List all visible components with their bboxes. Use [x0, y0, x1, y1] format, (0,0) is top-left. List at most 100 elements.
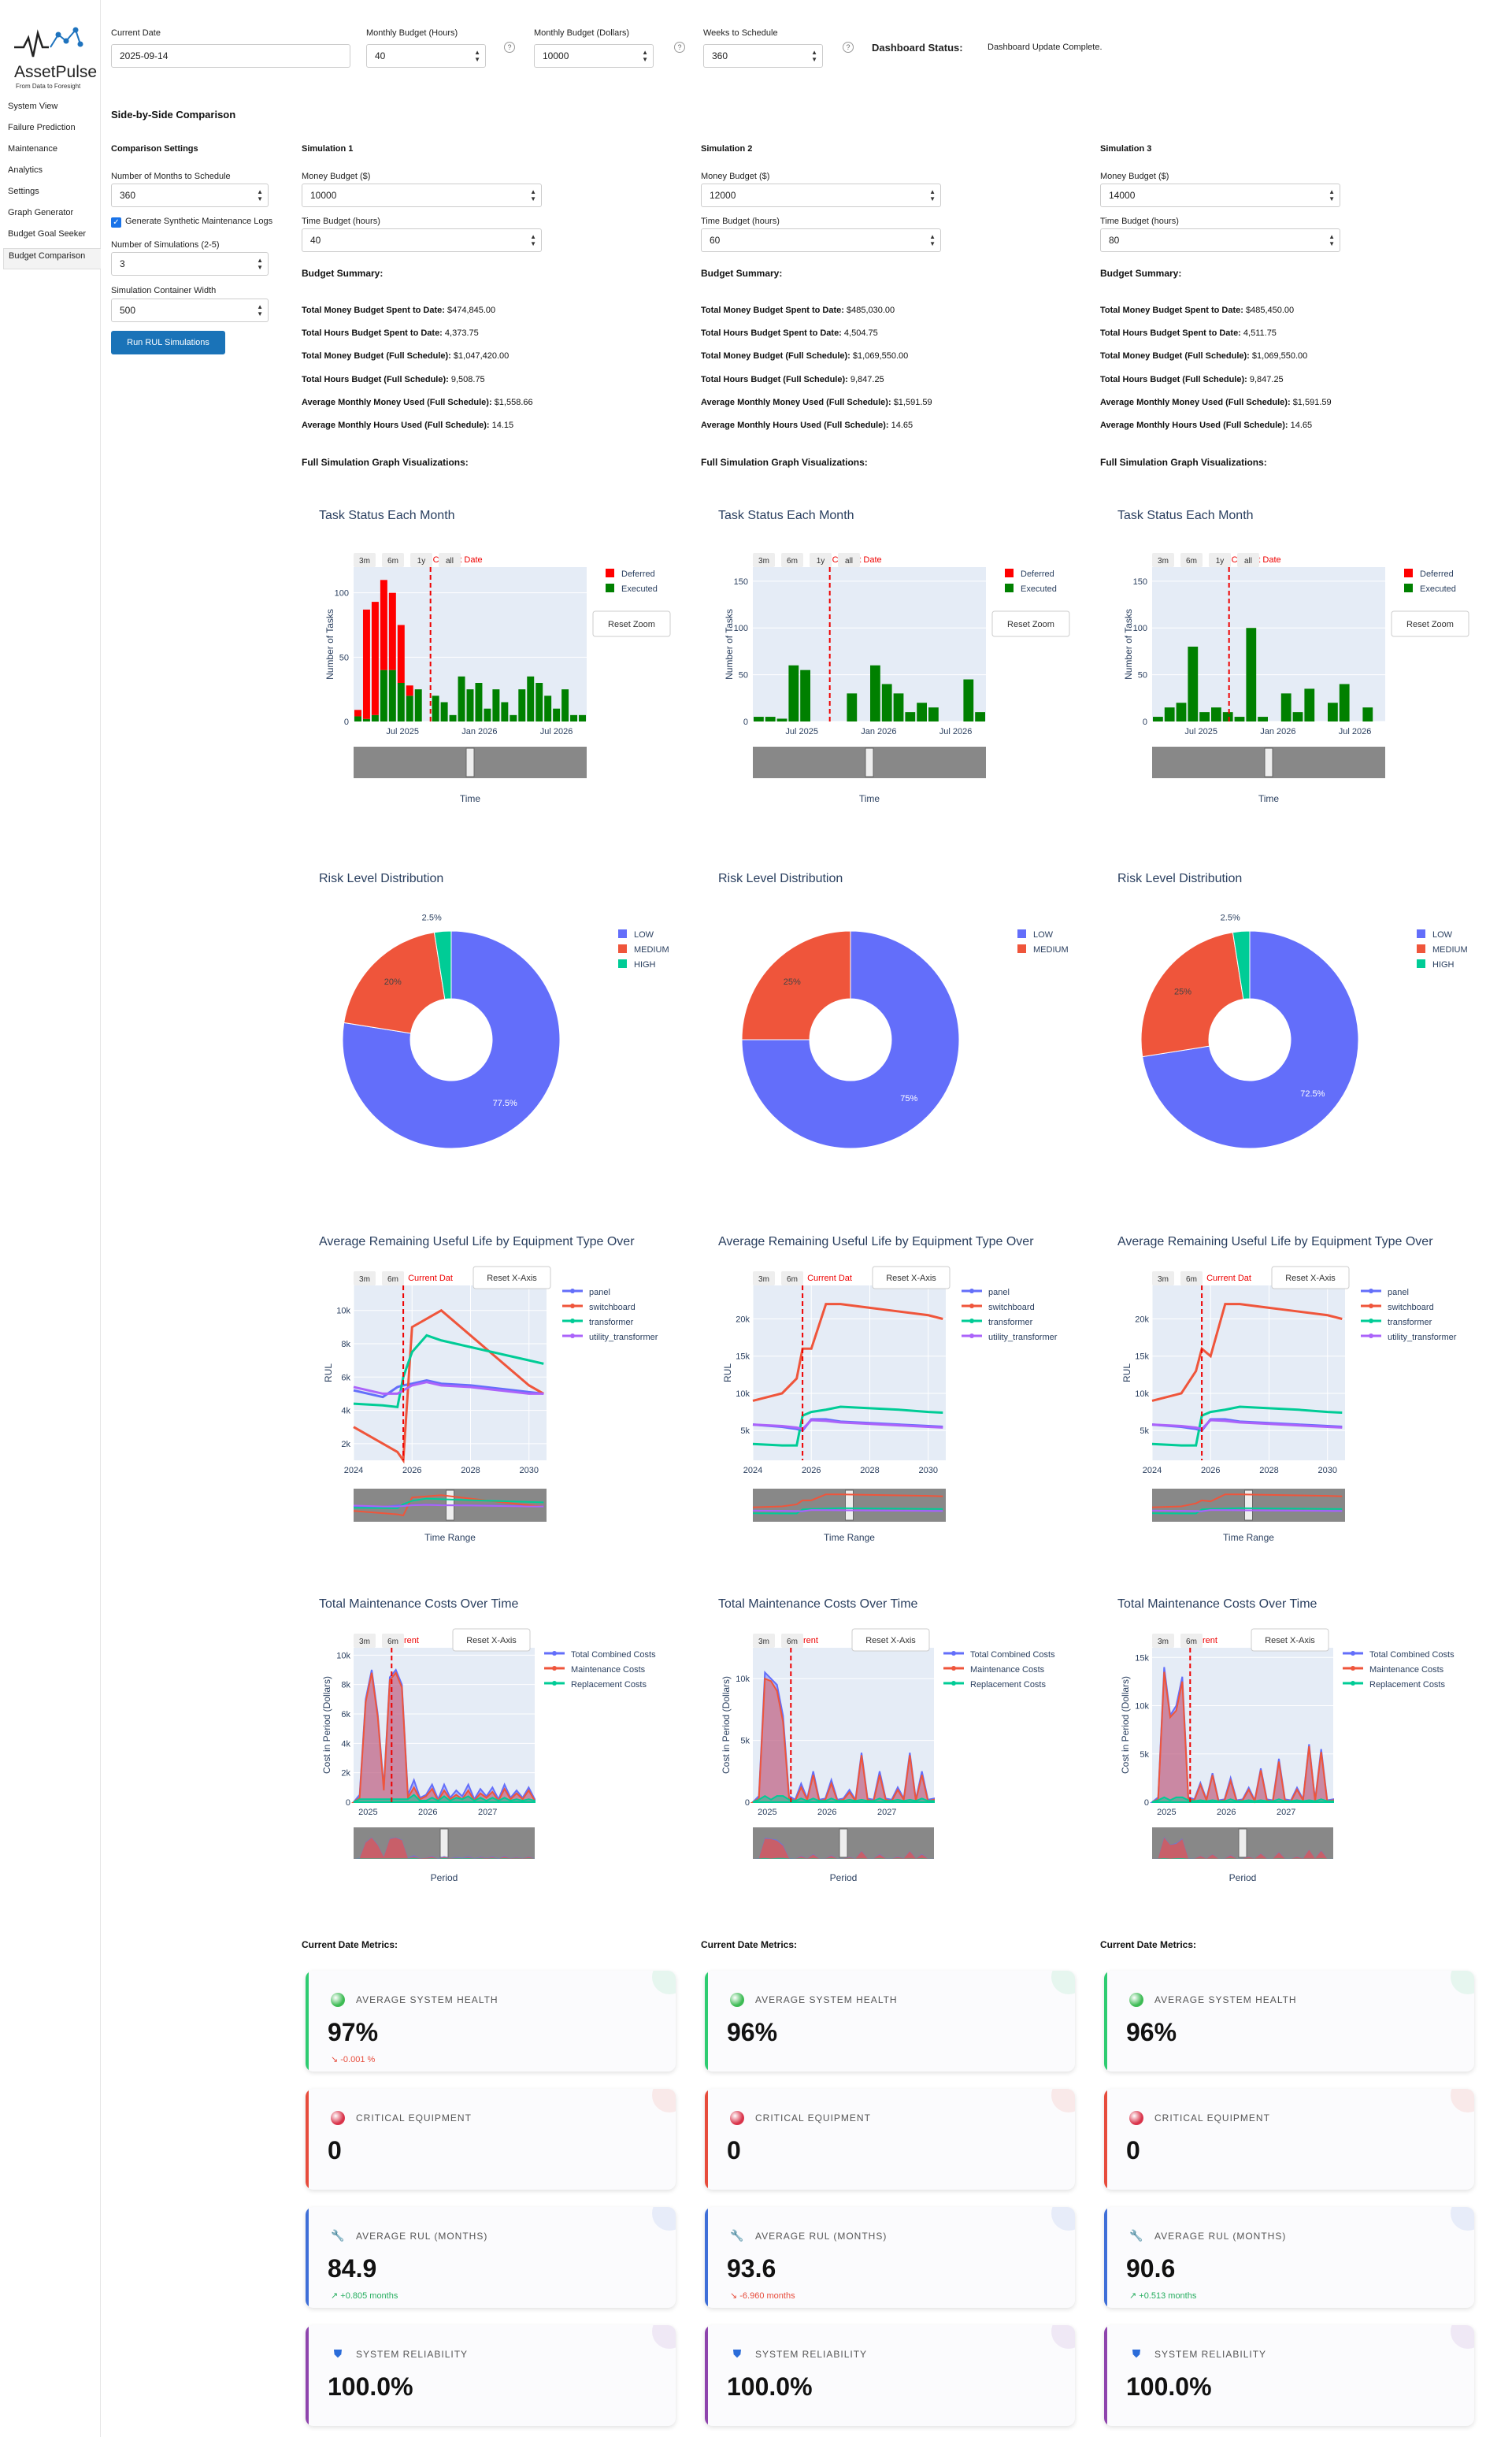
stepper-icon[interactable]: ▲ ▼	[1329, 188, 1335, 202]
range-slider[interactable]	[354, 1827, 535, 1859]
bar-executed[interactable]	[1211, 707, 1221, 721]
legend-item[interactable]: Total Combined Costs	[943, 1650, 1055, 1660]
bar-executed[interactable]	[1339, 684, 1350, 721]
legend-item[interactable]: HIGH	[1417, 959, 1455, 970]
range-button-3m[interactable]: 3m	[354, 1271, 376, 1285]
nav-item-graph-generator[interactable]: Graph Generator	[0, 206, 101, 227]
range-button-6m[interactable]: 6m	[382, 1634, 404, 1648]
nav-item-budget-comparison[interactable]: Budget Comparison	[3, 248, 101, 269]
bar-executed[interactable]	[917, 703, 927, 721]
bar-executed[interactable]	[1328, 703, 1338, 721]
bar-executed[interactable]	[458, 676, 465, 721]
bar-executed[interactable]	[800, 670, 810, 721]
bar-executed[interactable]	[518, 689, 526, 721]
reset-zoom-button[interactable]: Reset Zoom	[592, 610, 671, 637]
months-input[interactable]: 360 ▲ ▼	[111, 184, 269, 207]
bar-executed[interactable]	[847, 693, 858, 721]
range-button-1y[interactable]: 1y	[810, 553, 832, 567]
plot-area[interactable]	[753, 567, 986, 721]
legend-item[interactable]: Executed	[1404, 584, 1456, 594]
legend-item[interactable]: Total Combined Costs	[1343, 1650, 1455, 1660]
legend-item[interactable]: panel	[1361, 1288, 1409, 1297]
stepper-icon[interactable]: ▲ ▼	[929, 188, 936, 202]
bar-executed[interactable]	[432, 695, 439, 721]
range-slider[interactable]	[1152, 747, 1385, 778]
bar-executed[interactable]	[553, 708, 561, 721]
legend-item[interactable]: switchboard	[1361, 1303, 1434, 1312]
money-budget-input[interactable]: 14000 ▲ ▼	[1100, 184, 1340, 207]
legend-item[interactable]: LOW	[1017, 929, 1054, 940]
bar-executed[interactable]	[975, 712, 985, 721]
legend-item[interactable]: HIGH	[618, 959, 656, 970]
reset-button[interactable]: Reset X-Axis	[872, 1266, 951, 1289]
bar-executed[interactable]	[1292, 712, 1303, 721]
reset-zoom-button[interactable]: Reset Zoom	[991, 610, 1070, 637]
bar-executed[interactable]	[870, 665, 880, 721]
bar-executed[interactable]	[354, 716, 361, 721]
bar-executed[interactable]	[1362, 707, 1373, 721]
stepper-icon[interactable]: ▲ ▼	[257, 257, 263, 271]
nav-item-budget-goal-seeker[interactable]: Budget Goal Seeker	[0, 227, 101, 248]
bar-executed[interactable]	[881, 684, 892, 721]
legend-item[interactable]: Replacement Costs	[1343, 1680, 1445, 1690]
reset-button[interactable]: Reset X-Axis	[1251, 1628, 1329, 1652]
legend-item[interactable]: utility_transformer	[562, 1333, 658, 1342]
plot-area[interactable]	[354, 1285, 547, 1460]
reset-zoom-button[interactable]: Reset Zoom	[1391, 610, 1469, 637]
bar-executed[interactable]	[893, 693, 904, 721]
time-budget-input[interactable]: 80 ▲ ▼	[1100, 228, 1340, 252]
legend-item[interactable]: transformer	[962, 1318, 1033, 1327]
nav-item-failure-prediction[interactable]: Failure Prediction	[0, 121, 101, 142]
bar-executed[interactable]	[1246, 628, 1257, 721]
legend-item[interactable]: Replacement Costs	[943, 1680, 1046, 1690]
legend-item[interactable]: switchboard	[562, 1303, 636, 1312]
bar-executed[interactable]	[510, 714, 517, 721]
range-button-1y[interactable]: 1y	[1209, 553, 1231, 567]
bar-executed[interactable]	[776, 718, 788, 721]
bar-executed[interactable]	[388, 670, 396, 721]
bar-executed[interactable]	[406, 695, 413, 721]
range-slider[interactable]	[752, 1489, 946, 1522]
legend-item[interactable]: Deferred	[606, 569, 655, 579]
range-button-6m[interactable]: 6m	[382, 553, 404, 567]
legend-item[interactable]: Executed	[1005, 584, 1057, 594]
legend-item[interactable]: Replacement Costs	[544, 1680, 647, 1690]
stepper-icon[interactable]: ▲ ▼	[1329, 233, 1335, 247]
bar-executed[interactable]	[1153, 717, 1163, 721]
bar-deferred[interactable]	[397, 625, 405, 684]
synthetic-logs-checkbox[interactable]: ✓	[111, 217, 121, 228]
legend-item[interactable]: Total Combined Costs	[544, 1650, 656, 1660]
legend-item[interactable]: transformer	[1361, 1318, 1432, 1327]
range-button-3m[interactable]: 3m	[1152, 1634, 1174, 1648]
range-button-3m[interactable]: 3m	[753, 553, 775, 567]
bar-executed[interactable]	[397, 683, 405, 721]
legend-item[interactable]: Maintenance Costs	[943, 1665, 1045, 1675]
range-slider[interactable]	[753, 747, 986, 778]
bar-executed[interactable]	[1234, 717, 1245, 721]
stepper-icon[interactable]: ▲ ▼	[257, 303, 263, 317]
bar-deferred[interactable]	[371, 602, 379, 715]
legend-item[interactable]: MEDIUM	[618, 944, 669, 955]
legend-item[interactable]: Maintenance Costs	[544, 1665, 646, 1675]
bar-executed[interactable]	[380, 670, 387, 721]
bar-executed[interactable]	[544, 695, 552, 721]
pie-slice-medium[interactable]	[1140, 932, 1244, 1058]
stepper-icon[interactable]: ▲ ▼	[929, 233, 936, 247]
nav-item-analytics[interactable]: Analytics	[0, 163, 101, 184]
bar-deferred[interactable]	[362, 609, 370, 719]
container-width-input[interactable]: 500 ▲ ▼	[111, 299, 269, 322]
nav-item-settings[interactable]: Settings	[0, 184, 101, 206]
money-budget-input[interactable]: 12000 ▲ ▼	[701, 184, 941, 207]
bar-executed[interactable]	[1280, 693, 1292, 721]
legend-item[interactable]: panel	[562, 1288, 610, 1297]
range-button-3m[interactable]: 3m	[1152, 1271, 1174, 1285]
bar-deferred[interactable]	[388, 592, 396, 670]
range-button-6m[interactable]: 6m	[382, 1271, 404, 1285]
range-button-all[interactable]: all	[439, 553, 461, 567]
bar-executed[interactable]	[1176, 703, 1187, 721]
bar-executed[interactable]	[561, 689, 569, 721]
legend-item[interactable]: LOW	[618, 929, 654, 940]
bar-executed[interactable]	[449, 714, 457, 721]
range-button-6m[interactable]: 6m	[1180, 553, 1203, 567]
bar-executed[interactable]	[1188, 646, 1199, 721]
